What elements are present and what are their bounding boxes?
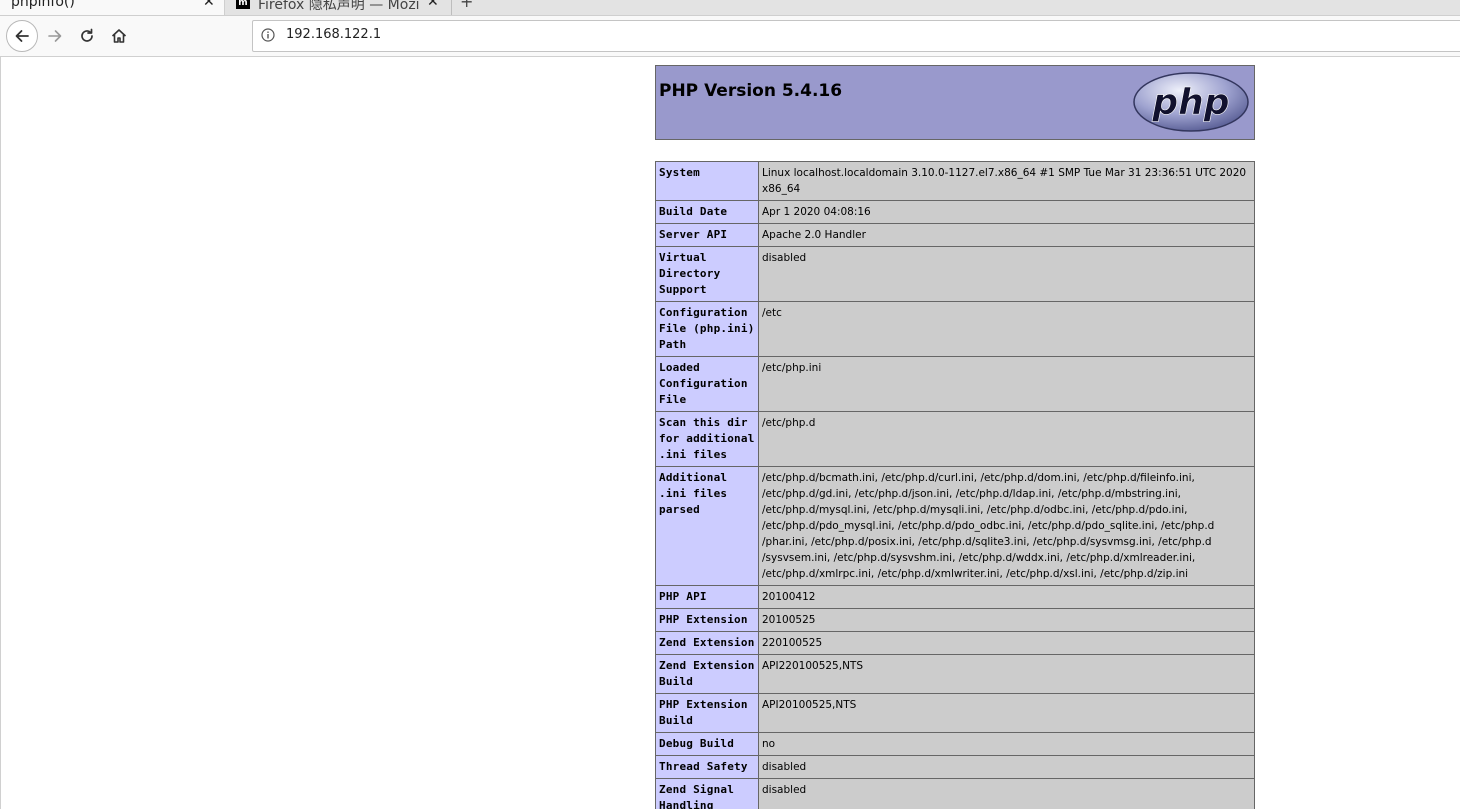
tab-title: Firefox 隐私声明 — Mozilla [258, 0, 420, 13]
reload-icon [81, 28, 93, 42]
row-key: PHP Extension Build [655, 693, 759, 733]
row-key: Configuration File (php.ini) Path [655, 301, 759, 357]
row-value: API220100525,NTS [758, 654, 1255, 694]
forward-button[interactable] [40, 21, 70, 51]
page-title: PHP Version 5.4.16 [659, 81, 843, 101]
row-value: disabled [758, 755, 1255, 779]
row-value: 20100525 [758, 608, 1255, 632]
php-logo[interactable]: php [1132, 72, 1250, 132]
row-value: /etc/php.ini [758, 356, 1255, 412]
m-logo-icon: m [236, 0, 250, 9]
info-table: System Linux localhost.localdomain 3.10.0… [655, 161, 1255, 809]
table-row: Build Date Apr 1 2020 04:08:16 [655, 200, 1255, 224]
table-row: System Linux localhost.localdomain 3.10.0… [655, 161, 1255, 201]
table-row: Loaded Configuration File/etc/php.ini [655, 356, 1255, 412]
row-value: 20100412 [758, 585, 1255, 609]
close-tab-icon[interactable]: ✕ [427, 0, 439, 10]
close-tab-icon[interactable]: ✕ [203, 0, 215, 10]
address-bar[interactable]: 192.168.122.1 [252, 20, 1460, 52]
home-icon [111, 29, 127, 43]
row-key: PHP API [655, 585, 759, 609]
table-row: Scan this dir for additional .ini files /… [655, 411, 1255, 467]
table-row: Configuration File (php.ini) Path/etc [655, 301, 1255, 357]
row-value: Linux localhost.localdomain 3.10.0-1127.… [758, 161, 1255, 201]
row-value: /etc/php.d [758, 411, 1255, 467]
table-row: Additional .ini files parsed/etc/php.d/b… [655, 466, 1255, 586]
reload-button[interactable] [72, 21, 102, 51]
row-key: Scan this dir for additional .ini files [655, 411, 759, 467]
row-key: Thread Safety [655, 755, 759, 779]
forward-arrow-icon [48, 30, 62, 42]
table-row: Server API Apache 2.0 Handler [655, 223, 1255, 247]
tab-firefox-privacy[interactable]: m Firefox 隐私声明 — Mozilla ✕ [226, 0, 452, 15]
navigation-toolbar: 192.168.122.1 [0, 16, 1460, 57]
row-key: System [655, 161, 759, 201]
row-key: Zend Signal Handling [655, 778, 759, 809]
row-key: Additional .ini files parsed [655, 466, 759, 586]
row-key: Build Date [655, 200, 759, 224]
php-version-header: PHP Version 5.4.16 php [655, 65, 1255, 140]
page-viewport: PHP Version 5.4.16 php System Linux local… [0, 57, 1460, 809]
back-button[interactable] [6, 20, 38, 52]
row-value: API20100525,NTS [758, 693, 1255, 733]
row-key: Server API [655, 223, 759, 247]
table-row: Debug Build no [655, 732, 1255, 756]
row-key: Debug Build [655, 732, 759, 756]
row-key: Zend Extension Build [655, 654, 759, 694]
row-value: Apr 1 2020 04:08:16 [758, 200, 1255, 224]
row-value: 220100525 [758, 631, 1255, 655]
tab-title: phpinfo() [11, 0, 75, 10]
php-logo-text: php [1151, 82, 1229, 123]
row-key: PHP Extension [655, 608, 759, 632]
row-value: /etc [758, 301, 1255, 357]
info-icon[interactable] [261, 28, 275, 42]
row-value: no [758, 732, 1255, 756]
table-row: Zend Extension Build API220100525,NTS [655, 654, 1255, 694]
row-key: Loaded Configuration File [655, 356, 759, 412]
table-row: Zend Extension 220100525 [655, 631, 1255, 655]
row-key: Virtual Directory Support [655, 246, 759, 302]
row-value: disabled [758, 778, 1255, 809]
row-key: Zend Extension [655, 631, 759, 655]
row-value: /etc/php.d/bcmath.ini, /etc/php.d/curl.i… [758, 466, 1255, 586]
new-tab-button[interactable]: + [460, 0, 473, 11]
table-row: PHP Extension 20100525 [655, 608, 1255, 632]
tab-phpinfo[interactable]: phpinfo() ✕ [0, 0, 225, 15]
row-value: disabled [758, 246, 1255, 302]
row-value: Apache 2.0 Handler [758, 223, 1255, 247]
tab-strip: phpinfo() ✕ m Firefox 隐私声明 — Mozilla ✕ + [0, 0, 1460, 16]
table-row: PHP API 20100412 [655, 585, 1255, 609]
table-row: Zend Signal Handling disabled [655, 778, 1255, 809]
table-row: PHP Extension Build API20100525,NTS [655, 693, 1255, 733]
back-arrow-icon [15, 30, 29, 42]
table-row: Thread Safety disabled [655, 755, 1255, 779]
url-text: 192.168.122.1 [286, 27, 382, 42]
home-button[interactable] [104, 21, 134, 51]
table-row: Virtual Directory Support disabled [655, 246, 1255, 302]
